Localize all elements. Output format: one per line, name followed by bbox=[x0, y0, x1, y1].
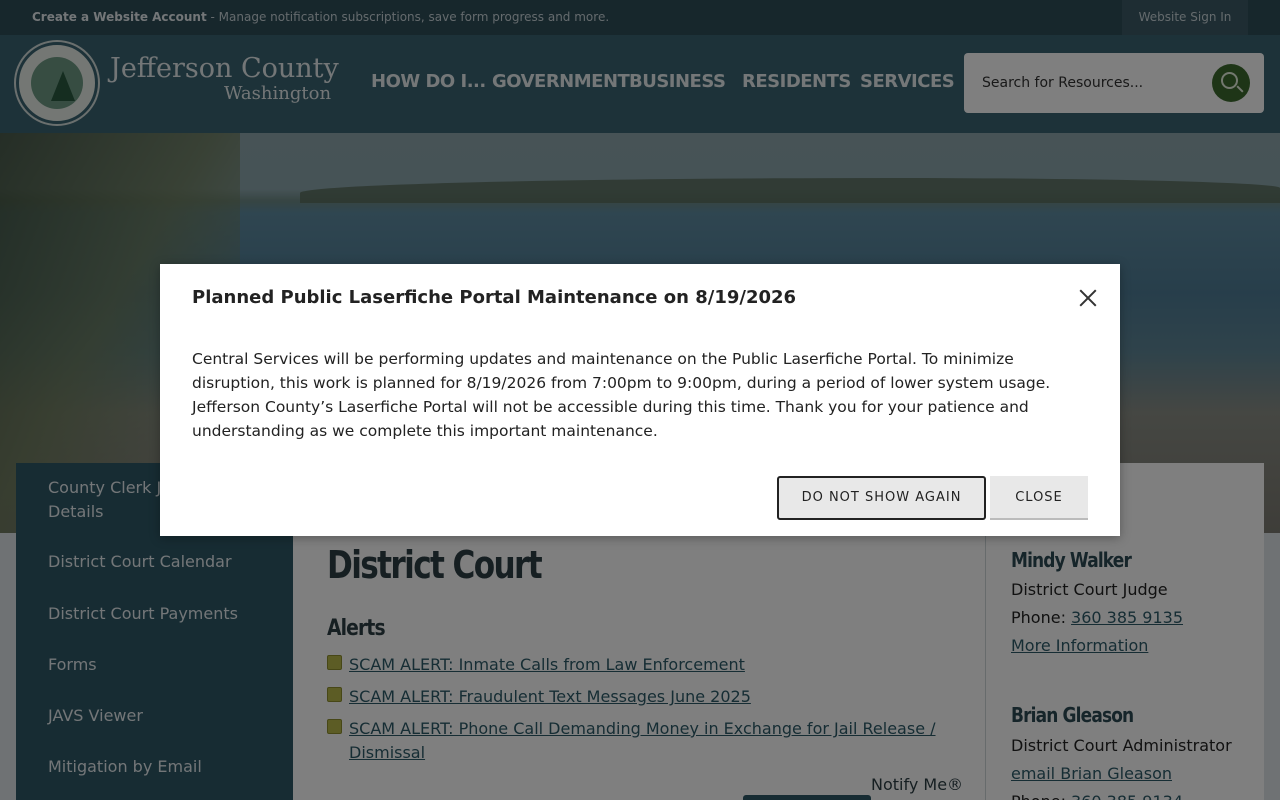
do-not-show-again-button[interactable]: DO NOT SHOW AGAIN bbox=[777, 476, 986, 520]
modal-body-text: Central Services will be performing upda… bbox=[192, 350, 1051, 440]
close-icon[interactable] bbox=[1076, 286, 1100, 310]
close-button[interactable]: CLOSE bbox=[990, 476, 1088, 520]
maintenance-modal: Planned Public Laserfiche Portal Mainten… bbox=[160, 264, 1120, 536]
modal-title: Planned Public Laserfiche Portal Mainten… bbox=[192, 287, 797, 308]
